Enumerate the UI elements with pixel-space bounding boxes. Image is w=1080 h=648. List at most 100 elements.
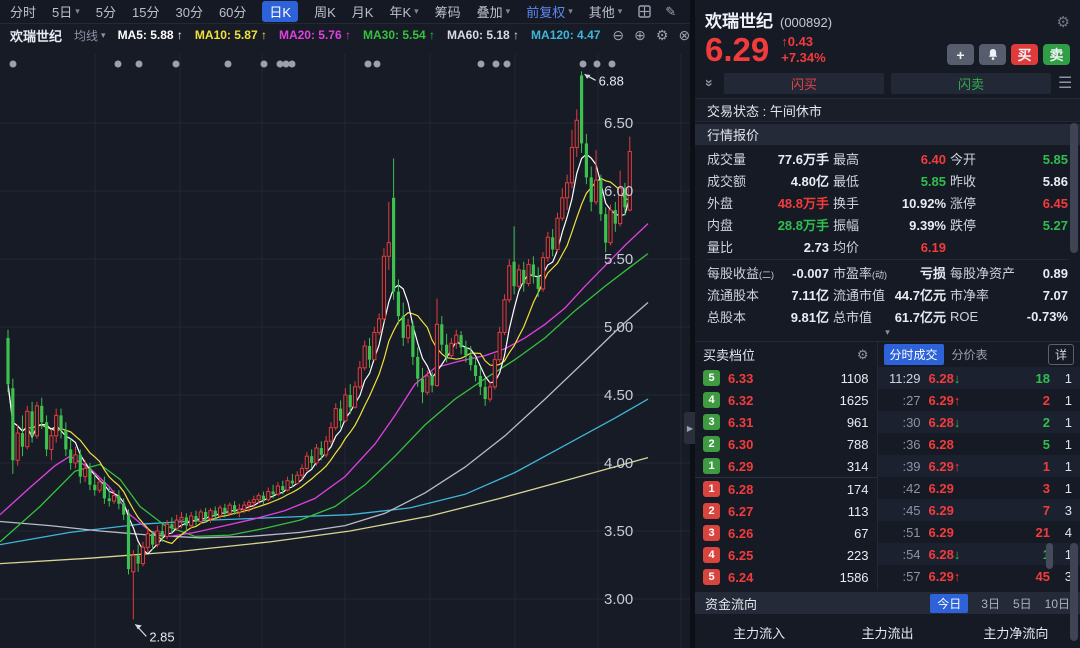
btn-overlay[interactable]: 叠加▾ (477, 2, 511, 21)
panel-scrollbar[interactable] (1070, 123, 1078, 253)
orderbook-row-buy3[interactable]: 36.2667 (695, 522, 877, 544)
tape-time: :30 (884, 415, 921, 430)
ma120-value: MA120: 4.47 (531, 28, 600, 42)
level-price: 6.28 (728, 482, 753, 497)
tab-weekly-k[interactable]: 周K (314, 2, 336, 21)
candlestick-chart[interactable]: 6.506.005.505.004.504.003.503.006.882.85 (0, 46, 690, 648)
quote-label: 流通市值 (833, 285, 885, 304)
fundflow-tab-5日[interactable]: 5日 (1013, 595, 1032, 612)
sell-level-badge: 3 (703, 414, 720, 430)
tick-down-arrow-icon: ↓ (954, 547, 961, 562)
flash-buy-button[interactable]: 闪买 (724, 73, 884, 94)
orderbook-row-sell5[interactable]: 56.331108 (695, 367, 877, 389)
quote-value: 7.07 (1043, 288, 1068, 303)
event-dot-icon (289, 61, 296, 68)
quote-value: 6.45 (1043, 196, 1068, 211)
menu-icon[interactable]: ☰ (1058, 73, 1072, 93)
level-volume: 1625 (840, 393, 869, 408)
tab-15min[interactable]: 15分 (132, 2, 159, 21)
tape-time: :39 (884, 459, 921, 474)
trading-status: 交易状态 : 午间休市 (695, 98, 1080, 122)
ma120-line (0, 399, 648, 544)
fundflow-tab-今日[interactable]: 今日 (930, 594, 968, 613)
zoom-out-icon[interactable]: ⊖ (612, 27, 624, 44)
orderbook-row-buy4[interactable]: 46.25223 (695, 544, 877, 566)
orderbook-settings-icon[interactable]: ⚙ (857, 347, 869, 363)
draw-pen-icon[interactable]: ✎ (665, 4, 676, 20)
detail-button[interactable]: 详 (1048, 344, 1074, 365)
tape-scrollbar[interactable] (1046, 543, 1053, 569)
event-markers-layer[interactable] (10, 61, 616, 68)
tape-count: 3 (1050, 569, 1072, 584)
add-watchlist-button[interactable]: + (947, 44, 974, 65)
quote-label: 均价 (833, 237, 859, 256)
panel-scrollbar-lower[interactable] (1070, 543, 1078, 641)
fundflow-col: 主力流入1.86亿 (695, 623, 823, 648)
tab-price-table[interactable]: 分价表 (952, 346, 988, 363)
tape-volume: 7 (1043, 503, 1050, 518)
tape-count: 1 (1050, 459, 1072, 474)
tab-monthly-k[interactable]: 月K (352, 2, 374, 21)
orderbook-row-buy2[interactable]: 26.27113 (695, 500, 877, 522)
sell-button[interactable]: 卖 (1043, 44, 1070, 65)
orderbook-tape-section: 买卖档位 ⚙ 56.33110846.32162536.3196126.3078… (695, 341, 1080, 590)
grid-layout-icon[interactable] (638, 5, 651, 18)
tab-5day[interactable]: 5日▾ (52, 2, 80, 21)
price-axis-label: 6.50 (604, 115, 633, 132)
ma-overlays-layer (0, 154, 648, 563)
fundflow-tab-3日[interactable]: 3日 (981, 595, 1000, 612)
panel-settings-icon[interactable]: ⚙ (1057, 13, 1070, 31)
tab-intraday[interactable]: 分时 (10, 2, 36, 21)
event-dot-icon (10, 61, 17, 68)
quote-cell: 内盘28.8万手 (707, 215, 829, 234)
orderbook-row-buy5[interactable]: 56.241586 (695, 566, 877, 588)
tab-yearly-k[interactable]: 年K▾ (389, 2, 418, 21)
quote-label: 每股收益(二) (707, 263, 774, 282)
orderbook-row-sell2[interactable]: 26.30788 (695, 433, 877, 455)
tab-5min[interactable]: 5分 (96, 2, 116, 21)
event-dot-icon (173, 61, 180, 68)
quote-row: 每股收益(二)-0.007市盈率(动)亏损每股净资产0.89 (707, 261, 1068, 283)
price-change-pct: +7.34% (781, 50, 825, 65)
tape-count: 1 (1050, 437, 1072, 452)
tab-daily-k[interactable]: 日K (262, 1, 298, 22)
tape-price: 6.29 (929, 525, 975, 540)
level-price: 6.25 (728, 548, 753, 563)
tape-price: 6.29↑ (929, 459, 975, 474)
btn-forward-adjust[interactable]: 前复权▾ (526, 2, 573, 21)
zoom-in-icon[interactable]: ⊕ (634, 27, 646, 44)
orderbook-row-sell3[interactable]: 36.31961 (695, 411, 877, 433)
tab-60min[interactable]: 60分 (219, 2, 246, 21)
tab-30min[interactable]: 30分 (175, 2, 202, 21)
flash-sell-button[interactable]: 闪卖 (891, 73, 1051, 94)
quote-financials: 每股收益(二)-0.007市盈率(动)亏损每股净资产0.89流通股本7.11亿流… (707, 259, 1068, 327)
orderbook-row-sell1[interactable]: 16.29314 (695, 455, 877, 477)
tape-price: 6.29↑ (929, 393, 975, 408)
stock-trading-app: 分时5日▾5分15分30分60分日K周K月K年K▾筹码叠加▾前复权▾其他▾✎ 欢… (0, 0, 1080, 648)
tab-time-sales[interactable]: 分时成交 (884, 344, 944, 365)
ma-values: MA5: 5.88 ↑MA10: 5.87 ↑MA20: 5.76 ↑MA30:… (118, 28, 601, 42)
btn-chips[interactable]: 筹码 (435, 2, 461, 21)
tape-time: :45 (884, 503, 921, 518)
alert-bell-button[interactable] (979, 44, 1006, 65)
annotations-layer: 6.882.85 (135, 73, 624, 644)
quote-value: 10.92% (902, 196, 946, 211)
quote-value: 9.81亿 (791, 307, 829, 326)
orderbook-row-sell4[interactable]: 46.321625 (695, 389, 877, 411)
ma30-line (0, 254, 648, 542)
collapse-double-chevron-icon[interactable]: » (703, 75, 717, 91)
btn-other[interactable]: 其他▾ (589, 2, 623, 21)
fundflow-tab-10日[interactable]: 10日 (1045, 595, 1070, 612)
price-change: ↑0.43 +7.34% (781, 34, 825, 66)
fundflow-header: 资金流向 今日3日5日10日 (695, 592, 1080, 614)
buy-button[interactable]: 买 (1011, 44, 1038, 65)
expand-chevron-icon[interactable]: ▾ (695, 327, 1080, 340)
orderbook-row-buy1[interactable]: 16.28174 (695, 478, 877, 500)
tape-time: :51 (884, 525, 921, 540)
quote-value: -0.73% (1027, 309, 1068, 324)
close-icon[interactable]: ⊗ (678, 27, 690, 44)
quote-value: 4.80亿 (791, 171, 829, 190)
ma-group-dropdown[interactable]: 均线 ▾ (74, 27, 106, 44)
chart-settings-icon[interactable]: ⚙ (656, 27, 669, 44)
quote-row: 内盘28.8万手振幅9.39%跌停5.27 (707, 213, 1068, 235)
